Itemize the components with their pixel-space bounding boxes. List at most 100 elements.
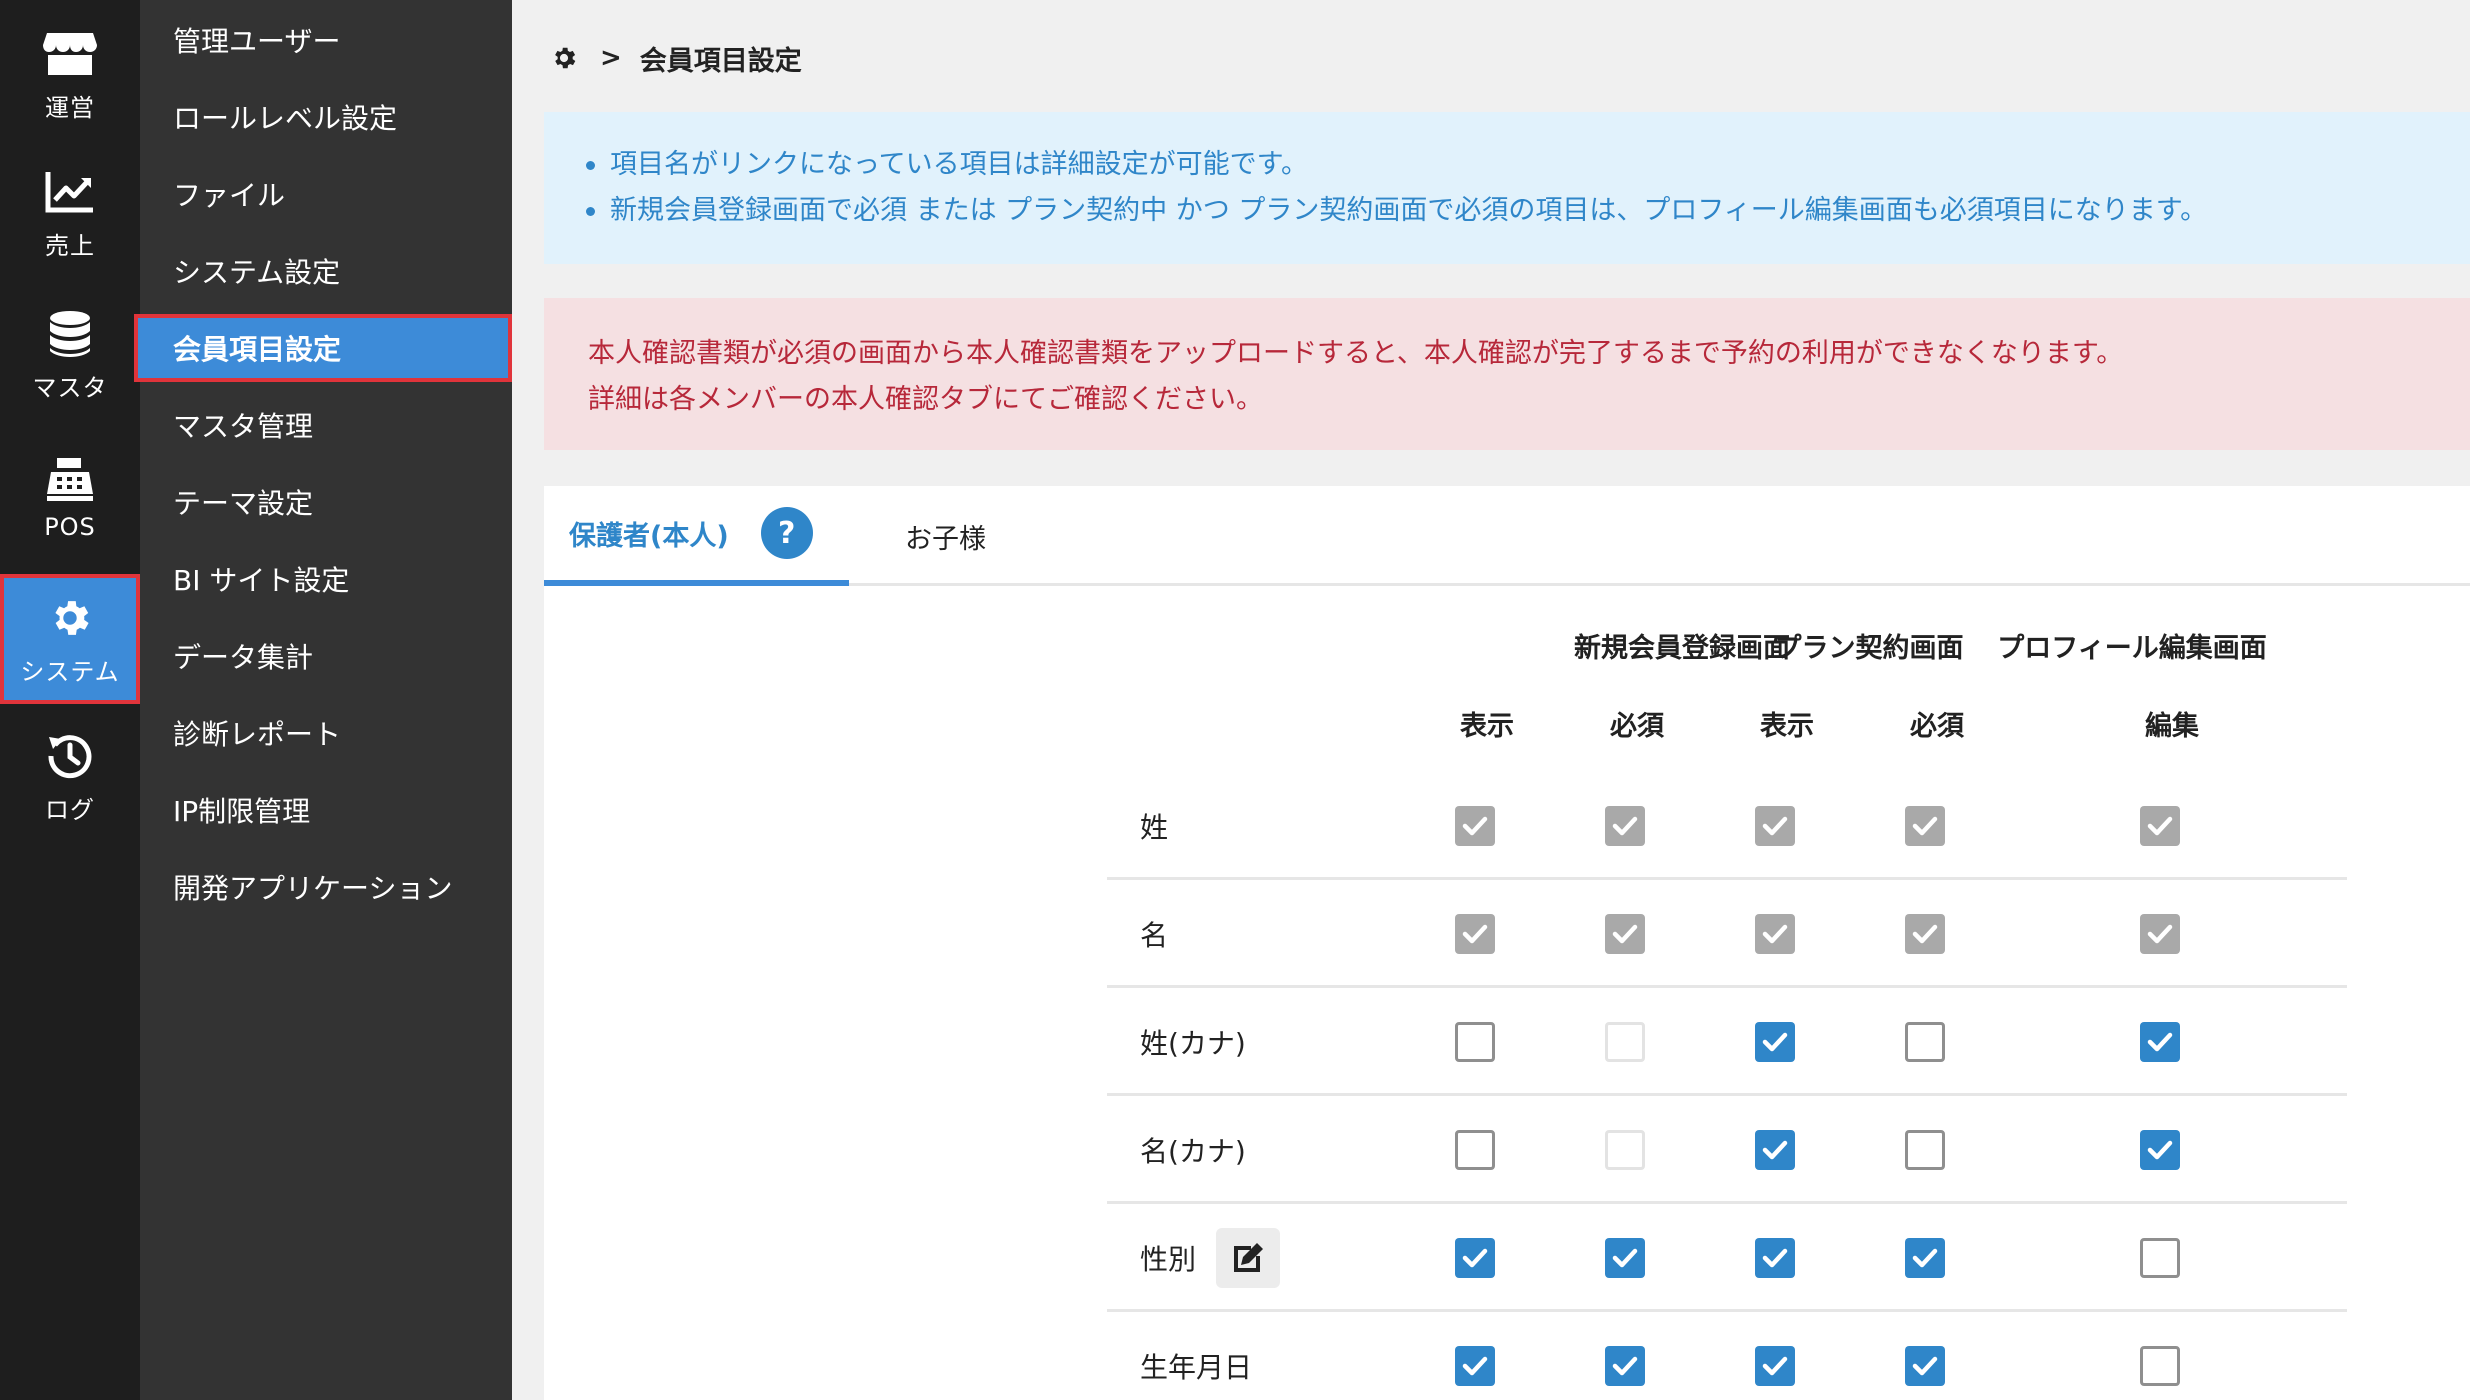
checkbox-編集-4[interactable] — [2140, 1022, 2180, 1062]
breadcrumb: > 会員項目設定 — [550, 38, 802, 78]
checkbox-表示-0[interactable] — [1455, 1238, 1495, 1278]
submenu-item-4[interactable]: 会員項目設定 — [134, 314, 512, 382]
rail-item-0[interactable]: 運営 — [0, 10, 140, 140]
table-row: 姓(カナ) — [1107, 988, 2347, 1096]
row-label: 姓 — [1140, 772, 1168, 880]
checkbox-表示-2 — [1755, 914, 1795, 954]
submenu-item-8[interactable]: データ集計 — [140, 622, 512, 690]
row-label: 姓(カナ) — [1140, 988, 1246, 1096]
group-header-profile-edit: プロフィール編集画面 — [1997, 633, 2267, 664]
rail-item-5[interactable]: ログ — [0, 712, 140, 842]
chart-line-icon — [42, 166, 98, 218]
checkbox-必須-1[interactable] — [1605, 1238, 1645, 1278]
submenu-item-5[interactable]: マスタ管理 — [140, 391, 512, 459]
field-name: 姓(カナ) — [1140, 1027, 1246, 1060]
table-row: 性別 — [1107, 1204, 2347, 1312]
info-line: 項目名がリンクになっている項目は詳細設定が可能です。 — [586, 142, 2470, 188]
submenu-item-9[interactable]: 診断レポート — [140, 699, 512, 767]
alert-box: 本人確認書類が必須の画面から本人確認書類をアップロードすると、本人確認が完了する… — [544, 298, 2470, 450]
field-name: 名 — [1140, 919, 1169, 952]
group-header-registration: 新規会員登録画面 — [1574, 633, 1790, 664]
submenu-item-10[interactable]: IP制限管理 — [140, 776, 512, 844]
tab-bar: 保護者(本人) ? お子様 — [544, 486, 2470, 586]
member-fields-panel: 保護者(本人) ? お子様 新規会員登録画面 プラン契約画面 プロフィール編集画… — [544, 486, 2470, 1400]
checkbox-表示-0 — [1455, 806, 1495, 846]
info-line: 新規会員登録画面で必須 または プラン契約中 かつ プラン契約画面で必須の項目は… — [586, 188, 2470, 234]
checkbox-表示-2[interactable] — [1755, 1130, 1795, 1170]
row-label: 名(カナ) — [1140, 1096, 1246, 1204]
checkbox-必須-1 — [1605, 1130, 1645, 1170]
subheader-registration-show: 表示 — [1460, 711, 1514, 742]
rail-label: ログ — [45, 795, 95, 824]
group-header-plan-contract: プラン契約画面 — [1774, 633, 1964, 664]
tab-label: お子様 — [905, 523, 986, 555]
checkbox-必須-3[interactable] — [1905, 1130, 1945, 1170]
help-icon[interactable]: ? — [760, 507, 813, 559]
submenu-item-6[interactable]: テーマ設定 — [140, 468, 512, 536]
checkbox-必須-1 — [1605, 806, 1645, 846]
info-box: 項目名がリンクになっている項目は詳細設定が可能です。 新規会員登録画面で必須 ま… — [544, 112, 2470, 264]
database-icon — [42, 308, 98, 360]
submenu-item-11[interactable]: 開発アプリケーション — [140, 853, 512, 921]
field-name: 名(カナ) — [1140, 1135, 1246, 1168]
checkbox-必須-3 — [1905, 914, 1945, 954]
checkbox-必須-3[interactable] — [1905, 1022, 1945, 1062]
table-row: 生年月日 — [1107, 1312, 2347, 1400]
submenu-item-0[interactable]: 管理ユーザー — [140, 6, 512, 74]
checkbox-編集-4 — [2140, 806, 2180, 846]
rail-label: システム — [20, 657, 120, 686]
rail-label: 運営 — [45, 93, 95, 122]
rail-label: POS — [44, 513, 96, 541]
rail-item-2[interactable]: マスタ — [0, 290, 140, 420]
checkbox-表示-2[interactable] — [1755, 1238, 1795, 1278]
rail-label: 売上 — [45, 231, 95, 260]
gear-icon — [42, 592, 98, 644]
tab-guardian[interactable]: 保護者(本人) ? — [544, 486, 849, 586]
field-name: 姓 — [1140, 811, 1169, 844]
tab-children[interactable]: お子様 — [905, 486, 1015, 586]
table-row: 姓 — [1107, 772, 2347, 880]
checkbox-編集-4[interactable] — [2140, 1238, 2180, 1278]
gear-icon[interactable] — [550, 44, 578, 72]
checkbox-表示-0[interactable] — [1455, 1022, 1495, 1062]
row-label: 生年月日 — [1140, 1312, 1252, 1400]
submenu-item-2[interactable]: ファイル — [140, 160, 512, 228]
checkbox-必須-1 — [1605, 1022, 1645, 1062]
store-icon — [42, 28, 98, 80]
checkbox-表示-0[interactable] — [1455, 1346, 1495, 1386]
subheader-plan-required: 必須 — [1910, 711, 1964, 742]
checkbox-表示-2 — [1755, 806, 1795, 846]
checkbox-必須-1[interactable] — [1605, 1346, 1645, 1386]
icon-rail: 運営売上マスタ POS システムログ — [0, 0, 140, 1400]
submenu-item-3[interactable]: システム設定 — [140, 237, 512, 305]
checkbox-必須-3[interactable] — [1905, 1346, 1945, 1386]
checkbox-表示-0[interactable] — [1455, 1130, 1495, 1170]
field-name: 生年月日 — [1140, 1351, 1253, 1384]
submenu-item-7[interactable]: BI サイト設定 — [140, 545, 512, 613]
tab-label: 保護者(本人) — [569, 520, 729, 552]
cash-register-icon — [42, 453, 98, 505]
row-label: 名 — [1140, 880, 1168, 988]
checkbox-表示-2[interactable] — [1755, 1022, 1795, 1062]
rail-item-1[interactable]: 売上 — [0, 148, 140, 278]
page-title: 会員項目設定 — [639, 45, 802, 77]
checkbox-必須-3[interactable] — [1905, 1238, 1945, 1278]
checkbox-編集-4[interactable] — [2140, 1130, 2180, 1170]
checkbox-編集-4[interactable] — [2140, 1346, 2180, 1386]
rail-item-3[interactable]: POS — [0, 432, 140, 562]
table-row: 名(カナ) — [1107, 1096, 2347, 1204]
table-row: 名 — [1107, 880, 2347, 988]
row-label: 性別 — [1140, 1204, 1281, 1312]
checkbox-表示-2[interactable] — [1755, 1346, 1795, 1386]
checkbox-編集-4 — [2140, 914, 2180, 954]
alert-line: 詳細は各メンバーの本人確認タブにてご確認ください。 — [588, 384, 1263, 415]
subheader-profile-edit: 編集 — [2145, 711, 2199, 742]
field-name: 性別 — [1140, 1243, 1197, 1276]
edit-icon[interactable] — [1216, 1228, 1281, 1288]
checkbox-表示-0 — [1455, 914, 1495, 954]
checkbox-必須-1 — [1605, 914, 1645, 954]
submenu-item-1[interactable]: ロールレベル設定 — [140, 83, 512, 151]
rail-item-4[interactable]: システム — [0, 574, 140, 704]
checkbox-必須-3 — [1905, 806, 1945, 846]
system-submenu: 管理ユーザー ロールレベル設定 ファイルシステム設定 会員項目設定 マスタ管理テーマ設定… — [134, 0, 512, 1400]
